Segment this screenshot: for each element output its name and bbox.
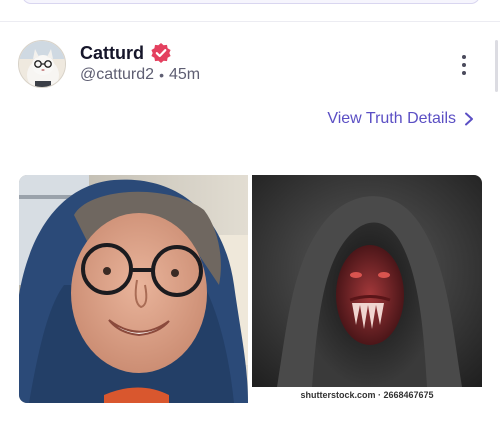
more-options-button[interactable] <box>454 50 474 80</box>
compose-input-edge[interactable] <box>22 0 480 4</box>
top-divider-area <box>0 0 500 22</box>
author-meta-row: @catturd2 • 45m <box>80 66 200 84</box>
more-vertical-icon <box>462 55 466 59</box>
avatar[interactable] <box>18 40 66 88</box>
author-handle[interactable]: @catturd2 <box>80 66 154 84</box>
more-vertical-icon-dot <box>462 71 466 75</box>
image-watermark: shutterstock.com · 2668467675 <box>252 387 482 403</box>
meta-separator: • <box>159 67 164 83</box>
view-truth-details-label: View Truth Details <box>327 110 456 127</box>
verified-badge-icon <box>151 43 171 63</box>
post-header: Catturd @catturd2 • 45m <box>18 40 488 90</box>
post-image-right[interactable] <box>252 175 482 387</box>
author-name-row: Catturd <box>80 42 172 64</box>
more-vertical-icon-dot <box>462 63 466 67</box>
post-image-left[interactable] <box>19 175 248 403</box>
scrollbar-thumb[interactable] <box>495 40 498 92</box>
view-truth-details-link[interactable]: View Truth Details <box>327 110 474 128</box>
post-timestamp[interactable]: 45m <box>169 66 200 84</box>
chevron-right-icon <box>465 112 473 126</box>
author-display-name[interactable]: Catturd <box>80 43 144 64</box>
